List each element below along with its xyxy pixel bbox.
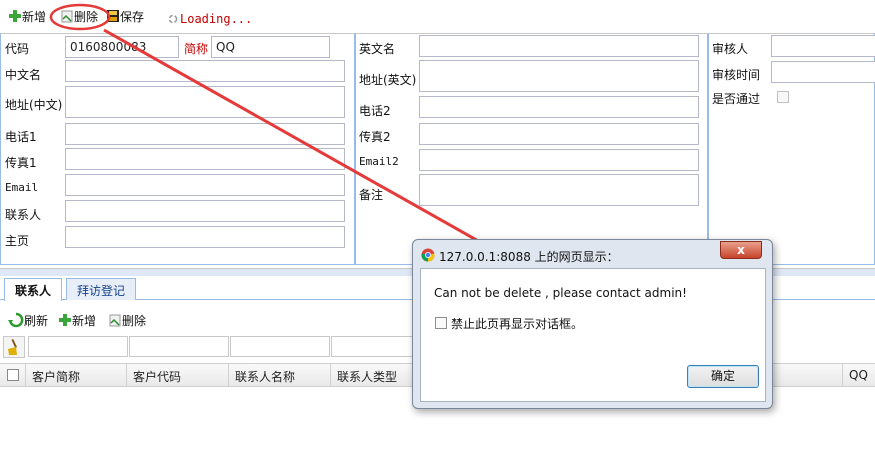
column-header[interactable]: 客户简称	[26, 364, 127, 387]
broom-icon	[8, 338, 18, 355]
dialog-body: Can not be delete , please contact admin…	[420, 268, 766, 402]
fax2-field[interactable]	[419, 123, 699, 145]
en-name-label: 英文名	[359, 42, 396, 56]
approved-checkbox[interactable]	[777, 91, 789, 103]
select-all-cell	[0, 364, 26, 387]
cn-address-label: 地址(中文)	[5, 98, 63, 112]
column-header[interactable]: QQ	[842, 364, 875, 387]
plus-icon	[9, 10, 21, 22]
loading-indicator: Loading...	[168, 12, 252, 26]
filter-code[interactable]	[129, 336, 229, 357]
reviewer-field[interactable]	[771, 35, 875, 57]
main-toolbar: 新增 删除 保存 Loading...	[0, 0, 875, 32]
save-button[interactable]: 保存	[106, 6, 144, 26]
refresh-button-label: 刷新	[24, 313, 49, 328]
short-name-label: 简称	[184, 42, 209, 56]
ok-button[interactable]: 确定	[687, 365, 759, 388]
phone1-field[interactable]	[65, 123, 345, 145]
remark-label: 备注	[359, 188, 384, 202]
phone2-field[interactable]	[419, 96, 699, 118]
email2-field[interactable]	[419, 149, 699, 171]
chrome-icon	[421, 248, 435, 262]
code-label: 代码	[5, 42, 30, 56]
code-field[interactable]	[65, 36, 179, 58]
column-header[interactable]: 联系人名称	[229, 364, 331, 387]
short-name-field[interactable]	[211, 36, 330, 58]
dialog-title: 127.0.0.1:8088 上的网页显示：	[439, 250, 619, 264]
reviewer-label: 审核人	[712, 42, 749, 56]
review-time-label: 审核时间	[712, 68, 761, 82]
suppress-dialog-checkbox[interactable]	[435, 317, 447, 329]
clear-filter-button[interactable]	[3, 336, 25, 358]
fax1-label: 传真1	[5, 156, 37, 170]
fax1-field[interactable]	[65, 148, 345, 170]
homepage-label: 主页	[5, 234, 30, 248]
cn-name-label: 中文名	[5, 68, 42, 82]
add-button-label: 新增	[22, 9, 47, 24]
phone2-label: 电话2	[359, 104, 391, 118]
close-icon: x	[737, 243, 745, 257]
homepage-field[interactable]	[65, 226, 345, 248]
form-panel-right: 审核人 审核时间 是否通过	[708, 33, 875, 265]
save-button-label: 保存	[120, 9, 145, 24]
form-panel-middle: 英文名 地址(英文) 电话2 传真2 Email2 备注	[355, 33, 708, 265]
contact-add-button[interactable]: 新增	[58, 310, 96, 330]
alert-dialog: 127.0.0.1:8088 上的网页显示： x Can not be dele…	[412, 239, 773, 409]
email2-label: Email2	[359, 155, 399, 168]
dialog-message: Can not be delete , please contact admin…	[434, 286, 687, 300]
save-icon	[107, 10, 119, 22]
fax2-label: 传真2	[359, 130, 391, 144]
en-address-label: 地址(英文)	[359, 73, 417, 87]
refresh-icon	[8, 312, 24, 328]
form-panel-left: 代码 简称 中文名 地址(中文) 电话1 传真1 Email 联系人 主页	[0, 33, 355, 265]
add-button[interactable]: 新增	[8, 6, 46, 26]
email-field[interactable]	[65, 174, 345, 196]
delete-icon	[109, 314, 121, 327]
refresh-button[interactable]: 刷新	[8, 310, 48, 330]
en-address-field[interactable]	[419, 60, 699, 92]
remark-field[interactable]	[419, 174, 699, 206]
approved-label: 是否通过	[712, 92, 761, 106]
select-all-checkbox[interactable]	[7, 369, 19, 381]
plus-icon	[59, 314, 71, 326]
phone1-label: 电话1	[5, 130, 37, 144]
filter-short-name[interactable]	[28, 336, 128, 357]
tab-contacts[interactable]: 联系人	[4, 278, 63, 301]
contact-delete-button-label: 删除	[122, 313, 147, 328]
cn-name-field[interactable]	[65, 60, 345, 82]
delete-button[interactable]: 删除	[60, 6, 98, 26]
delete-button-label: 删除	[74, 9, 99, 24]
contact-delete-button[interactable]: 删除	[108, 310, 146, 330]
close-button[interactable]: x	[720, 241, 762, 259]
contact-field[interactable]	[65, 200, 345, 222]
filter-contact-name[interactable]	[230, 336, 330, 357]
loading-text: Loading...	[180, 12, 253, 26]
contact-add-button-label: 新增	[72, 313, 97, 328]
suppress-dialog-label: 禁止此页再显示对话框。	[451, 317, 584, 331]
spinner-icon	[168, 14, 178, 24]
cn-address-field[interactable]	[65, 86, 345, 118]
contact-label: 联系人	[5, 208, 42, 222]
column-header[interactable]: 客户代码	[127, 364, 229, 387]
delete-icon	[61, 10, 73, 23]
en-name-field[interactable]	[419, 35, 699, 57]
email-label: Email	[5, 181, 39, 194]
tab-visits[interactable]: 拜访登记	[66, 278, 137, 300]
review-time-field[interactable]	[771, 61, 875, 83]
